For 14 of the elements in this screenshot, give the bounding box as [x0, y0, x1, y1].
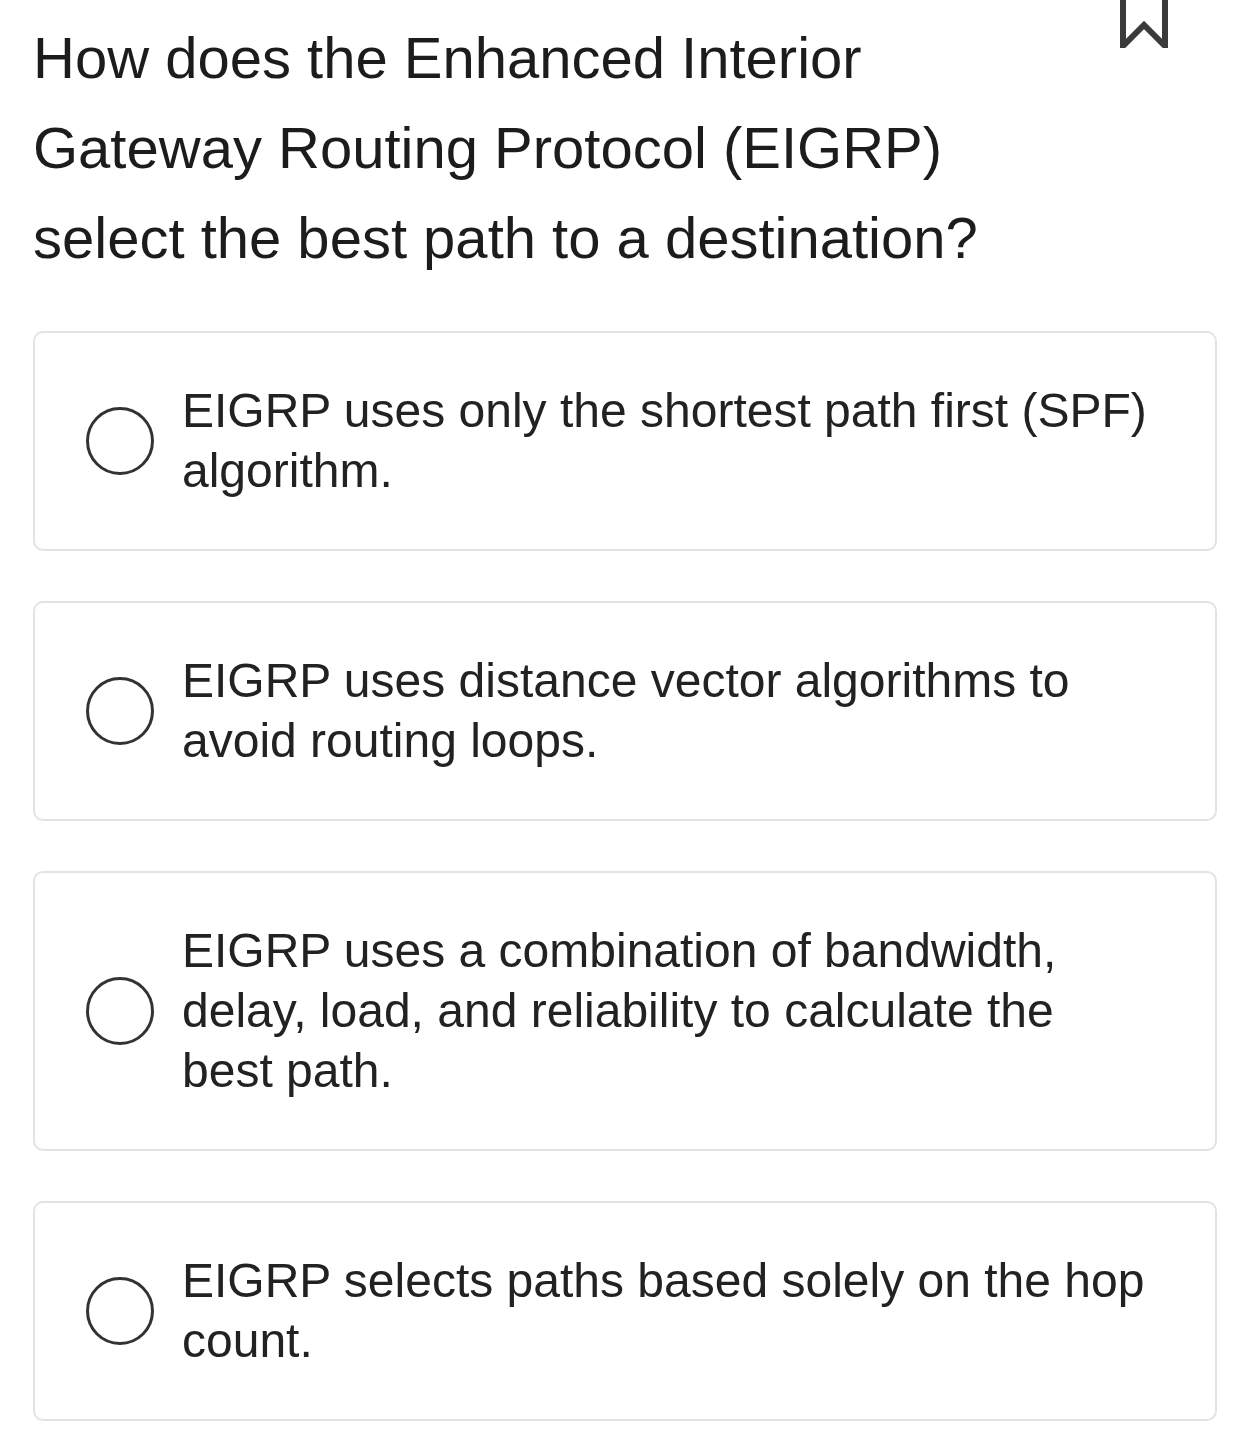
option-text: EIGRP uses only the shortest path first (SPF) algorithm.	[182, 383, 1148, 499]
question-text: How does the Enhanced Interior Gateway Routing Protocol (EIGRP) select the best path to a destination?	[33, 24, 979, 272]
radio-button[interactable]	[86, 407, 154, 475]
option-text: EIGRP uses distance vector algorithms to avoid routing loops.	[182, 653, 1071, 769]
radio-button[interactable]	[86, 1277, 154, 1345]
answer-option[interactable]: EIGRP uses only the shortest path first (SPF) algorithm.	[33, 331, 1217, 551]
option-text: EIGRP selects paths based solely on the hop count.	[182, 1253, 1146, 1369]
answer-option[interactable]: EIGRP selects paths based solely on the hop count.	[33, 1201, 1217, 1421]
answer-option[interactable]: EIGRP uses a combination of bandwidth, delay, load, and reliability to calculate the best path.	[33, 871, 1217, 1151]
radio-button[interactable]	[86, 977, 154, 1045]
option-text: EIGRP uses a combination of bandwidth, delay, load, and reliability to calculate the best path.	[182, 923, 1058, 1099]
radio-button[interactable]	[86, 677, 154, 745]
bookmark-icon[interactable]	[1120, 0, 1168, 48]
answer-option[interactable]: EIGRP uses distance vector algorithms to avoid routing loops.	[33, 601, 1217, 821]
